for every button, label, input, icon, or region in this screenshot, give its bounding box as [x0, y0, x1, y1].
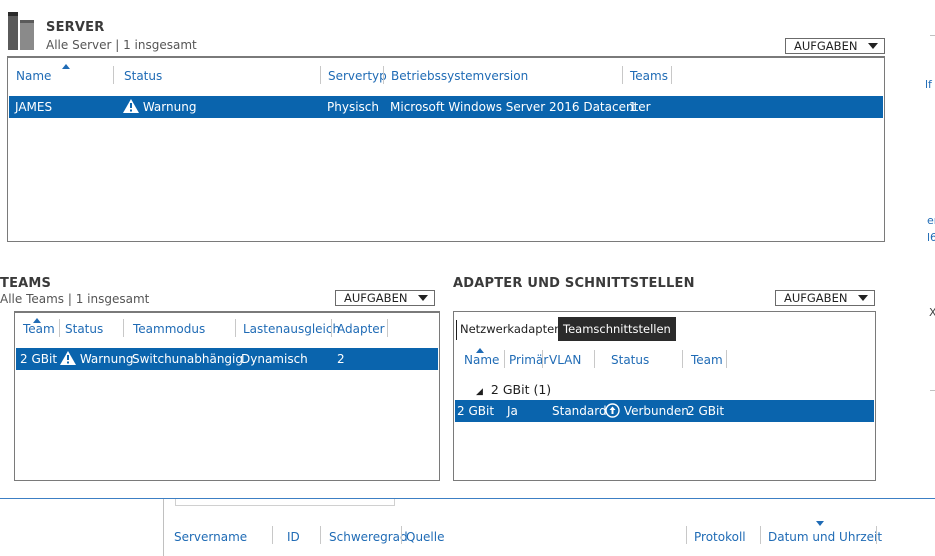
col-header-datum[interactable]: Datum und Uhrzeit	[768, 530, 882, 544]
right-edge-divider-2	[930, 390, 935, 391]
col-header-teams[interactable]: Teams	[630, 69, 668, 83]
teams-section-title: TEAMS	[0, 276, 52, 291]
events-filter-box[interactable]	[175, 499, 395, 506]
right-edge-link-2[interactable]: er	[927, 214, 935, 227]
adapter-vlan-cell: Standard	[552, 404, 607, 418]
col-header-servername[interactable]: Servername	[174, 530, 247, 544]
col-header-team[interactable]: Team	[691, 353, 723, 367]
teams-tasks-button[interactable]: AUFGABEN	[335, 290, 435, 306]
tab-teamschnittstellen[interactable]: Teamschnittstellen	[558, 317, 676, 341]
adapters-tasks-label: AUFGABEN	[784, 291, 848, 305]
col-header-status[interactable]: Status	[611, 353, 649, 367]
col-header-team[interactable]: Team	[23, 322, 55, 336]
chevron-down-icon	[418, 295, 428, 301]
team-mode-cell: Switchunabhängig	[132, 352, 243, 366]
server-os-cell: Microsoft Windows Server 2016 Datacenter	[390, 100, 651, 114]
table-row[interactable]: 2 GBit Warnung Switchunabhängig Dynamisc…	[16, 348, 438, 370]
col-header-id[interactable]: ID	[287, 530, 300, 544]
col-header-teammodus[interactable]: Teammodus	[133, 322, 205, 336]
warning-icon	[123, 99, 139, 113]
connected-arrow-icon	[605, 403, 620, 418]
tab-netzwerkadapter[interactable]: Netzwerkadapter	[460, 322, 559, 336]
warning-icon	[60, 351, 76, 365]
col-header-lastenausgleich[interactable]: Lastenausgleich	[243, 322, 340, 336]
server-tasks-button[interactable]: AUFGABEN	[785, 38, 885, 54]
server-type-cell: Physisch	[327, 100, 379, 114]
adapter-primary-cell: Ja	[507, 404, 518, 418]
server-tasks-label: AUFGABEN	[794, 39, 858, 53]
col-header-betriebssystem[interactable]: Betriebssystemversion	[391, 69, 528, 83]
table-row[interactable]: 2 GBit Ja Standard Verbunden 2 GBit	[455, 400, 874, 422]
team-name-cell: 2 GBit	[20, 352, 58, 366]
sort-descending-icon	[816, 521, 824, 526]
right-edge-link-3[interactable]: l6	[927, 231, 935, 244]
col-header-quelle[interactable]: Quelle	[406, 530, 444, 544]
events-pane-border	[163, 499, 164, 556]
right-edge-close[interactable]: X	[929, 306, 935, 319]
col-header-name[interactable]: Name	[464, 353, 499, 367]
col-header-servertyp[interactable]: Servertyp	[328, 69, 387, 83]
adapter-team-cell: 2 GBit	[687, 404, 725, 418]
server-table: Name Status Servertyp Betriebssystemvers…	[7, 56, 885, 242]
team-adapter-cell: 2	[337, 352, 345, 366]
collapse-triangle-icon[interactable]: ◢	[476, 387, 483, 397]
col-header-status[interactable]: Status	[65, 322, 103, 336]
team-status-cell: Warnung	[60, 348, 133, 370]
group-header[interactable]: ◢ 2 GBit (1)	[476, 382, 551, 397]
adapters-panel: Netzwerkadapter Teamschnittstellen Name …	[453, 311, 876, 481]
team-balance-cell: Dynamisch	[241, 352, 308, 366]
server-teams-cell: 1	[629, 100, 637, 114]
teams-count-label: Alle Teams | 1 insgesamt	[0, 292, 150, 306]
col-header-status[interactable]: Status	[124, 69, 162, 83]
adapters-section-title: ADAPTER UND SCHNITTSTELLEN	[453, 276, 695, 291]
accent-divider	[0, 498, 935, 499]
server-icon	[8, 8, 36, 50]
adapter-name-cell: 2 GBit	[457, 404, 495, 418]
server-section-title: SERVER	[46, 20, 105, 35]
col-header-name[interactable]: Name	[16, 69, 51, 83]
server-name-cell: JAMES	[15, 100, 53, 114]
table-row[interactable]: JAMES Warnung Physisch Microsoft Windows…	[9, 96, 883, 118]
server-status-cell: Warnung	[123, 96, 196, 118]
col-header-adapter[interactable]: Adapter	[337, 322, 385, 336]
right-edge-link-1[interactable]: lf	[925, 78, 932, 91]
right-edge-divider	[930, 35, 935, 36]
sort-ascending-icon	[62, 64, 70, 69]
chevron-down-icon	[858, 295, 868, 301]
adapter-status-cell: Verbunden	[605, 400, 689, 422]
col-header-protokoll[interactable]: Protokoll	[694, 530, 746, 544]
server-count-label: Alle Server | 1 insgesamt	[46, 38, 197, 52]
col-header-schweregrad[interactable]: Schweregrad	[329, 530, 408, 544]
adapters-tasks-button[interactable]: AUFGABEN	[775, 290, 875, 306]
teams-table: Team Status Teammodus Lastenausgleich Ad…	[14, 311, 440, 481]
chevron-down-icon	[868, 43, 878, 49]
col-header-vlan[interactable]: VLAN	[549, 353, 581, 367]
group-label: 2 GBit (1)	[490, 382, 552, 397]
teams-tasks-label: AUFGABEN	[344, 291, 408, 305]
